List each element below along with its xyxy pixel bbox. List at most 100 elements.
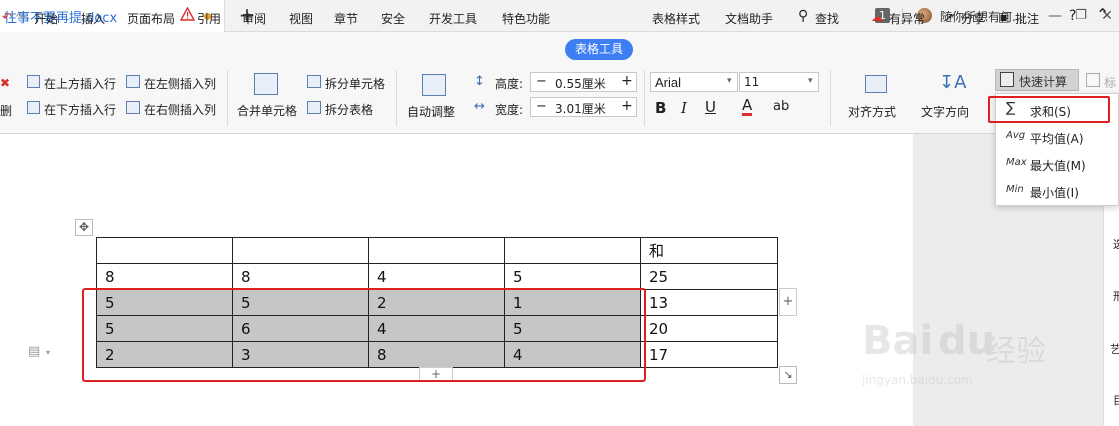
- menu-doc-assistant[interactable]: 文档助手: [725, 10, 773, 27]
- width-value[interactable]: 3.01厘米: [555, 100, 606, 117]
- paragraph-handle-icon[interactable]: ▤: [28, 344, 40, 359]
- table-row: 和: [96, 237, 778, 264]
- delete-icon[interactable]: ✖: [0, 76, 10, 90]
- insert-col-right-icon: [126, 101, 140, 114]
- add-column-button[interactable]: +: [779, 288, 797, 316]
- table-cell[interactable]: [368, 237, 505, 264]
- table-resize-handle[interactable]: ↘: [779, 366, 797, 384]
- menu-table-style[interactable]: 表格样式: [652, 10, 700, 27]
- undo-icon[interactable]: ↶: [2, 10, 12, 24]
- menu-developer[interactable]: 开发工具: [429, 10, 477, 27]
- font-select[interactable]: Arial ▾: [650, 72, 738, 92]
- table-move-handle[interactable]: ✥: [75, 219, 93, 236]
- width-increase-button[interactable]: +: [621, 98, 633, 114]
- ribbon-divider: [830, 70, 831, 126]
- menu-review[interactable]: 审阅: [242, 10, 266, 27]
- menu-chapter[interactable]: 章节: [334, 10, 358, 27]
- watermark-brand: Bai: [862, 318, 934, 364]
- font-value: Arial: [655, 75, 682, 90]
- average-icon: Avg: [1006, 130, 1026, 141]
- split-table-icon: [307, 101, 321, 114]
- comment-button[interactable]: 批注: [1015, 10, 1039, 27]
- height-label: 高度:: [495, 77, 524, 91]
- table-cell[interactable]: 8: [232, 263, 369, 290]
- menu-insert[interactable]: 插入: [81, 10, 105, 27]
- chevron-down-icon: ▾: [727, 76, 732, 86]
- table-cell[interactable]: 13: [640, 289, 778, 316]
- height-decrease-button[interactable]: −: [536, 74, 547, 89]
- share-icon: ↗: [944, 10, 955, 24]
- side-label[interactable]: 选: [1113, 236, 1119, 252]
- insert-row-below-button[interactable]: 在下方插入行: [44, 101, 116, 118]
- split-cell-button[interactable]: 拆分单元格: [325, 75, 385, 92]
- table-cell[interactable]: 8: [96, 263, 233, 290]
- italic-icon[interactable]: I: [681, 99, 687, 117]
- font-size-select[interactable]: 11 ▾: [739, 72, 819, 92]
- menu-item-min[interactable]: Min 最小值(I): [996, 178, 1119, 205]
- highlight-icon[interactable]: ab: [773, 99, 789, 114]
- table-cell[interactable]: 4: [368, 263, 505, 290]
- table-cell[interactable]: 17: [640, 341, 778, 368]
- split-cell-icon: [307, 75, 321, 88]
- width-icon: ↔: [474, 99, 485, 114]
- text-direction-icon: ↧A: [939, 72, 967, 93]
- help-button[interactable]: ?: [1069, 8, 1076, 24]
- status-icon: ☁: [871, 10, 883, 24]
- calculator-icon: [1000, 72, 1014, 87]
- delete-label[interactable]: 删: [0, 102, 12, 119]
- ribbon-divider: [227, 70, 228, 126]
- table-cell[interactable]: [504, 237, 641, 264]
- menu-features[interactable]: 特色功能: [502, 10, 550, 27]
- minimize-icon[interactable]: —: [1045, 6, 1065, 26]
- menu-search[interactable]: 查找: [815, 10, 839, 27]
- menu-table-tools[interactable]: 表格工具: [565, 39, 633, 60]
- menu-page-layout[interactable]: 页面布局: [127, 10, 175, 27]
- width-field[interactable]: − 3.01厘米 +: [530, 97, 637, 117]
- height-value[interactable]: 0.55厘米: [555, 75, 606, 92]
- merge-cells-button[interactable]: 合并单元格: [237, 102, 297, 119]
- menu-item-label: 最小值(I): [1030, 186, 1079, 200]
- menu-references[interactable]: 引用: [197, 10, 221, 27]
- menu-start[interactable]: 开始: [34, 10, 58, 27]
- table-cell[interactable]: 25: [640, 263, 778, 290]
- width-label: 宽度:: [495, 103, 524, 117]
- status-label[interactable]: 有异常: [889, 10, 925, 27]
- text-direction-button[interactable]: 文字方向: [921, 103, 969, 120]
- table-cell[interactable]: [96, 237, 233, 264]
- align-icon: [865, 75, 887, 93]
- formula-label-cut[interactable]: 标: [1104, 74, 1116, 91]
- sum-highlight-box: [988, 96, 1110, 123]
- underline-icon[interactable]: U: [705, 98, 716, 116]
- redo-icon[interactable]: ↷: [16, 10, 26, 24]
- height-increase-button[interactable]: +: [621, 73, 633, 89]
- table-cell[interactable]: 20: [640, 315, 778, 342]
- table-cell[interactable]: 和: [640, 237, 778, 264]
- font-color-icon[interactable]: A: [742, 98, 753, 116]
- comment-icon: ▣: [998, 10, 1010, 24]
- menu-view[interactable]: 视图: [289, 10, 313, 27]
- quick-calc-button[interactable]: 快速计算: [995, 69, 1079, 91]
- chevron-down-icon: ▾: [808, 76, 813, 86]
- side-label[interactable]: 目: [1113, 392, 1119, 408]
- collapse-ribbon-icon[interactable]: ⌃: [1096, 5, 1109, 24]
- insert-row-above-button[interactable]: 在上方插入行: [44, 75, 116, 92]
- menu-item-label: 平均值(A): [1030, 132, 1084, 146]
- menu-security[interactable]: 安全: [381, 10, 405, 27]
- split-table-button[interactable]: 拆分表格: [325, 101, 373, 118]
- insert-col-right-button[interactable]: 在右侧插入列: [144, 101, 216, 118]
- insert-col-left-button[interactable]: 在左侧插入列: [144, 75, 216, 92]
- side-label[interactable]: 形: [1113, 288, 1119, 304]
- bold-icon[interactable]: B: [655, 99, 666, 117]
- auto-fit-button[interactable]: 自动调整: [407, 103, 455, 120]
- table-cell[interactable]: 5: [504, 263, 641, 290]
- width-decrease-button[interactable]: −: [536, 99, 547, 114]
- table-cell[interactable]: [232, 237, 369, 264]
- side-label[interactable]: 艺: [1110, 341, 1119, 357]
- share-button[interactable]: 分享: [961, 10, 985, 27]
- warning-icon: [180, 7, 195, 21]
- font-size-value: 11: [744, 75, 760, 89]
- align-button[interactable]: 对齐方式: [848, 103, 896, 120]
- menu-item-max[interactable]: Max 最大值(M): [996, 151, 1119, 178]
- height-field[interactable]: − 0.55厘米 +: [530, 72, 637, 92]
- menu-item-average[interactable]: Avg 平均值(A): [996, 124, 1119, 151]
